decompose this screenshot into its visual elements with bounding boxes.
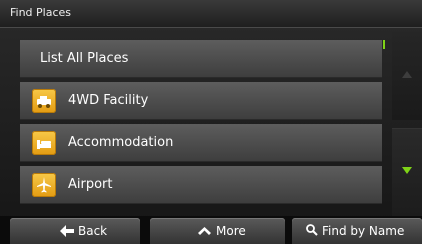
back-button[interactable]: Back bbox=[10, 218, 140, 244]
find-by-name-button-label: Find by Name bbox=[322, 224, 405, 238]
list-item-label: 4WD Facility bbox=[68, 93, 149, 108]
list-item-label: Accommodation bbox=[68, 135, 174, 150]
list-item-label: Airport bbox=[68, 177, 113, 192]
list-item-4wd-facility[interactable]: 4WD Facility bbox=[20, 82, 382, 120]
list-item-all-places[interactable]: List All Places bbox=[20, 40, 382, 78]
chevron-up-icon bbox=[198, 227, 211, 235]
list-item-airport[interactable]: Airport bbox=[20, 166, 382, 204]
back-button-label: Back bbox=[78, 224, 108, 238]
title-divider bbox=[0, 27, 422, 28]
scroll-position-indicator bbox=[383, 40, 385, 49]
jeep-icon bbox=[32, 89, 56, 113]
title-bar: Find Places bbox=[0, 0, 422, 28]
page-title: Find Places bbox=[10, 6, 72, 19]
more-button[interactable]: More bbox=[150, 218, 285, 244]
chevron-up-icon bbox=[402, 71, 412, 78]
find-places-screen: Find Places List All Places 4WD Facility bbox=[0, 0, 422, 244]
more-button-label: More bbox=[216, 224, 246, 238]
places-list: List All Places 4WD Facility Accommodati… bbox=[20, 40, 382, 206]
search-icon bbox=[306, 224, 318, 236]
arrow-left-icon bbox=[60, 225, 74, 237]
list-item-accommodation[interactable]: Accommodation bbox=[20, 124, 382, 162]
scroll-down-button[interactable] bbox=[392, 128, 422, 217]
triangle-down-icon bbox=[402, 167, 412, 174]
bed-icon bbox=[32, 131, 56, 155]
list-item-label: List All Places bbox=[40, 51, 129, 66]
airplane-icon bbox=[32, 173, 56, 197]
scroll-up-button[interactable] bbox=[392, 32, 422, 120]
find-by-name-button[interactable]: Find by Name bbox=[292, 218, 422, 244]
